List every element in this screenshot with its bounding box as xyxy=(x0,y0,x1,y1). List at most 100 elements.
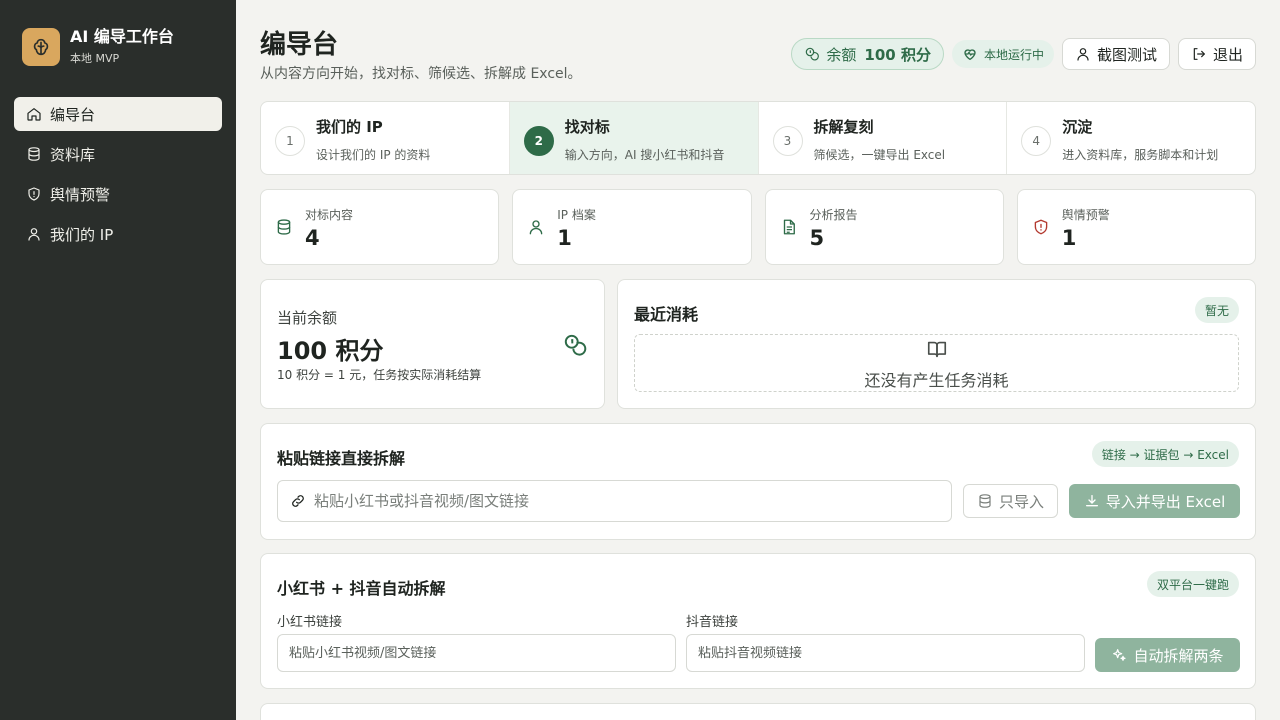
stat-value: 1 xyxy=(557,226,572,250)
auto-breakdown-card: 小红书 + 抖音自动拆解 双平台一键跑 小红书链接 抖音链接 自动拆解两条 xyxy=(260,553,1256,689)
user-button-label: 截图测试 xyxy=(1096,45,1157,64)
stat-label: 舆情预警 xyxy=(1061,208,1110,222)
sidebar-item-label: 舆情预警 xyxy=(50,185,111,204)
database-icon xyxy=(977,493,993,509)
step-our-ip[interactable]: 1 我们的 IP 设计我们的 IP 的资料 xyxy=(261,102,510,174)
import-export-button[interactable]: 导入并导出 Excel xyxy=(1069,484,1240,518)
auto-breakdown-button[interactable]: 自动拆解两条 xyxy=(1095,638,1240,672)
sidebar: AI 编导工作台 本地 MVP 编导台 资料库 舆情预警 我们的 IP xyxy=(0,0,236,720)
home-icon xyxy=(26,106,50,122)
step-desc: 筛候选，一键导出 Excel xyxy=(813,148,946,162)
step-find-benchmark[interactable]: 2 找对标输入方向，AI 搜小红书和抖音 xyxy=(509,102,759,174)
step-number: 3 xyxy=(772,126,803,156)
page-title: 编导台 xyxy=(260,30,339,60)
sidebar-item-dashboard[interactable]: 编导台 xyxy=(14,97,222,131)
brain-icon xyxy=(22,27,60,66)
brand: AI 编导工作台 本地 MVP xyxy=(22,27,174,66)
logout-button[interactable]: 退出 xyxy=(1177,38,1256,70)
stat-label: 对标内容 xyxy=(305,208,354,222)
next-card-partial xyxy=(260,703,1256,720)
link-input[interactable] xyxy=(314,492,951,510)
balance-pill: 余额 100 积分 xyxy=(791,38,944,70)
header-actions: 余额 100 积分 本地运行中 截图测试 退出 xyxy=(791,38,1256,70)
brand-subtitle: 本地 MVP xyxy=(70,52,120,65)
sidebar-item-library[interactable]: 资料库 xyxy=(14,137,222,171)
database-icon xyxy=(26,146,50,162)
status-text: 本地运行中 xyxy=(983,47,1044,62)
dy-link-input[interactable] xyxy=(698,645,1084,661)
step-number: 1 xyxy=(275,126,305,156)
import-only-button[interactable]: 只导入 xyxy=(963,484,1058,518)
empty-state-text: 还没有产生任务消耗 xyxy=(864,371,1009,390)
step-title: 我们的 IP xyxy=(316,118,383,136)
coins-icon xyxy=(562,332,588,362)
paste-title: 粘贴链接直接拆解 xyxy=(277,449,406,468)
page-subtitle: 从内容方向开始，找对标、筛候选、拆解成 Excel。 xyxy=(260,66,582,82)
xhs-link-input[interactable] xyxy=(289,645,675,661)
step-number: 2 xyxy=(523,126,554,156)
stat-card-ip[interactable]: IP 档案 1 xyxy=(512,189,752,265)
user-icon xyxy=(1075,46,1091,62)
auto-title: 小红书 + 抖音自动拆解 xyxy=(277,579,446,598)
import-only-label: 只导入 xyxy=(998,492,1044,511)
stat-card-sentiment[interactable]: 舆情预警 1 xyxy=(1016,189,1256,265)
shield-alert-icon xyxy=(1032,218,1050,240)
sidebar-item-label: 资料库 xyxy=(50,145,96,164)
step-desc: 输入方向，AI 搜小红书和抖音 xyxy=(564,148,725,162)
database-icon xyxy=(275,218,293,240)
balance-label: 余额 xyxy=(826,45,857,64)
sidebar-item-our-ip[interactable]: 我们的 IP xyxy=(14,217,222,251)
sparkles-icon xyxy=(1111,647,1127,663)
step-archive[interactable]: 4 沉淀进入资料库，服务脚本和计划 xyxy=(1007,102,1255,174)
logout-icon xyxy=(1191,46,1207,62)
step-number: 4 xyxy=(1021,126,1052,156)
step-breakdown[interactable]: 3 拆解复刻筛候选，一键导出 Excel xyxy=(759,102,1008,174)
recent-title: 最近消耗 xyxy=(634,305,699,324)
stat-label: IP 档案 xyxy=(557,208,596,222)
download-icon xyxy=(1084,493,1100,509)
workflow-steps: 1 我们的 IP 设计我们的 IP 的资料 2 找对标输入方向，AI 搜小红书和抖… xyxy=(260,101,1256,175)
book-open-icon xyxy=(926,335,948,360)
dy-label: 抖音链接 xyxy=(686,615,739,630)
auto-tag: 双平台一键跑 xyxy=(1146,571,1239,597)
step-title: 找对标 xyxy=(564,118,610,136)
stat-card-reports[interactable]: 分析报告 5 xyxy=(764,189,1004,265)
link-icon xyxy=(290,493,306,509)
link-input-wrapper[interactable] xyxy=(277,480,952,522)
paste-tag: 链接 → 证据包 → Excel xyxy=(1091,441,1239,467)
stats-row: 对标内容 4 IP 档案 1 分析报告 5 舆情预警 1 xyxy=(260,189,1256,265)
logout-button-label: 退出 xyxy=(1212,45,1243,64)
balance-card-value: 100 积分 xyxy=(277,337,384,365)
user-button[interactable]: 截图测试 xyxy=(1061,38,1170,70)
balance-card: 当前余额 100 积分 10 积分 = 1 元，任务按实际消耗结算 xyxy=(260,279,605,409)
balance-card-note: 10 积分 = 1 元，任务按实际消耗结算 xyxy=(277,368,482,382)
shield-alert-icon xyxy=(26,186,50,202)
step-title: 拆解复刻 xyxy=(813,118,874,136)
auto-breakdown-label: 自动拆解两条 xyxy=(1133,646,1224,665)
stat-label: 分析报告 xyxy=(809,208,858,222)
user-icon xyxy=(527,218,545,240)
brand-title: AI 编导工作台 xyxy=(70,27,174,46)
heart-pulse-icon xyxy=(962,46,978,62)
stat-value: 1 xyxy=(1061,226,1077,250)
paste-link-card: 粘贴链接直接拆解 链接 → 证据包 → Excel 只导入 导入并导出 Exce… xyxy=(260,423,1256,540)
stat-value: 4 xyxy=(305,226,320,250)
sidebar-item-label: 编导台 xyxy=(50,105,96,124)
stat-value: 5 xyxy=(809,226,825,250)
file-text-icon xyxy=(780,218,798,240)
step-desc: 进入资料库，服务脚本和计划 xyxy=(1062,148,1219,162)
sidebar-item-sentiment[interactable]: 舆情预警 xyxy=(14,177,222,211)
balance-value: 100 积分 xyxy=(864,45,931,64)
status-badge: 本地运行中 xyxy=(951,40,1054,68)
step-title: 沉淀 xyxy=(1062,118,1093,136)
xhs-label: 小红书链接 xyxy=(277,615,343,630)
import-export-label: 导入并导出 Excel xyxy=(1105,492,1226,511)
recent-tag: 暂无 xyxy=(1194,297,1239,323)
stat-card-benchmark[interactable]: 对标内容 4 xyxy=(260,189,500,265)
dy-field-wrapper[interactable] xyxy=(686,634,1085,672)
xhs-field-wrapper[interactable] xyxy=(277,634,676,672)
sidebar-item-label: 我们的 IP xyxy=(50,225,114,244)
sidebar-nav: 编导台 资料库 舆情预警 我们的 IP xyxy=(14,97,222,257)
empty-state: 还没有产生任务消耗 xyxy=(634,334,1239,392)
step-desc: 设计我们的 IP 的资料 xyxy=(316,148,431,162)
